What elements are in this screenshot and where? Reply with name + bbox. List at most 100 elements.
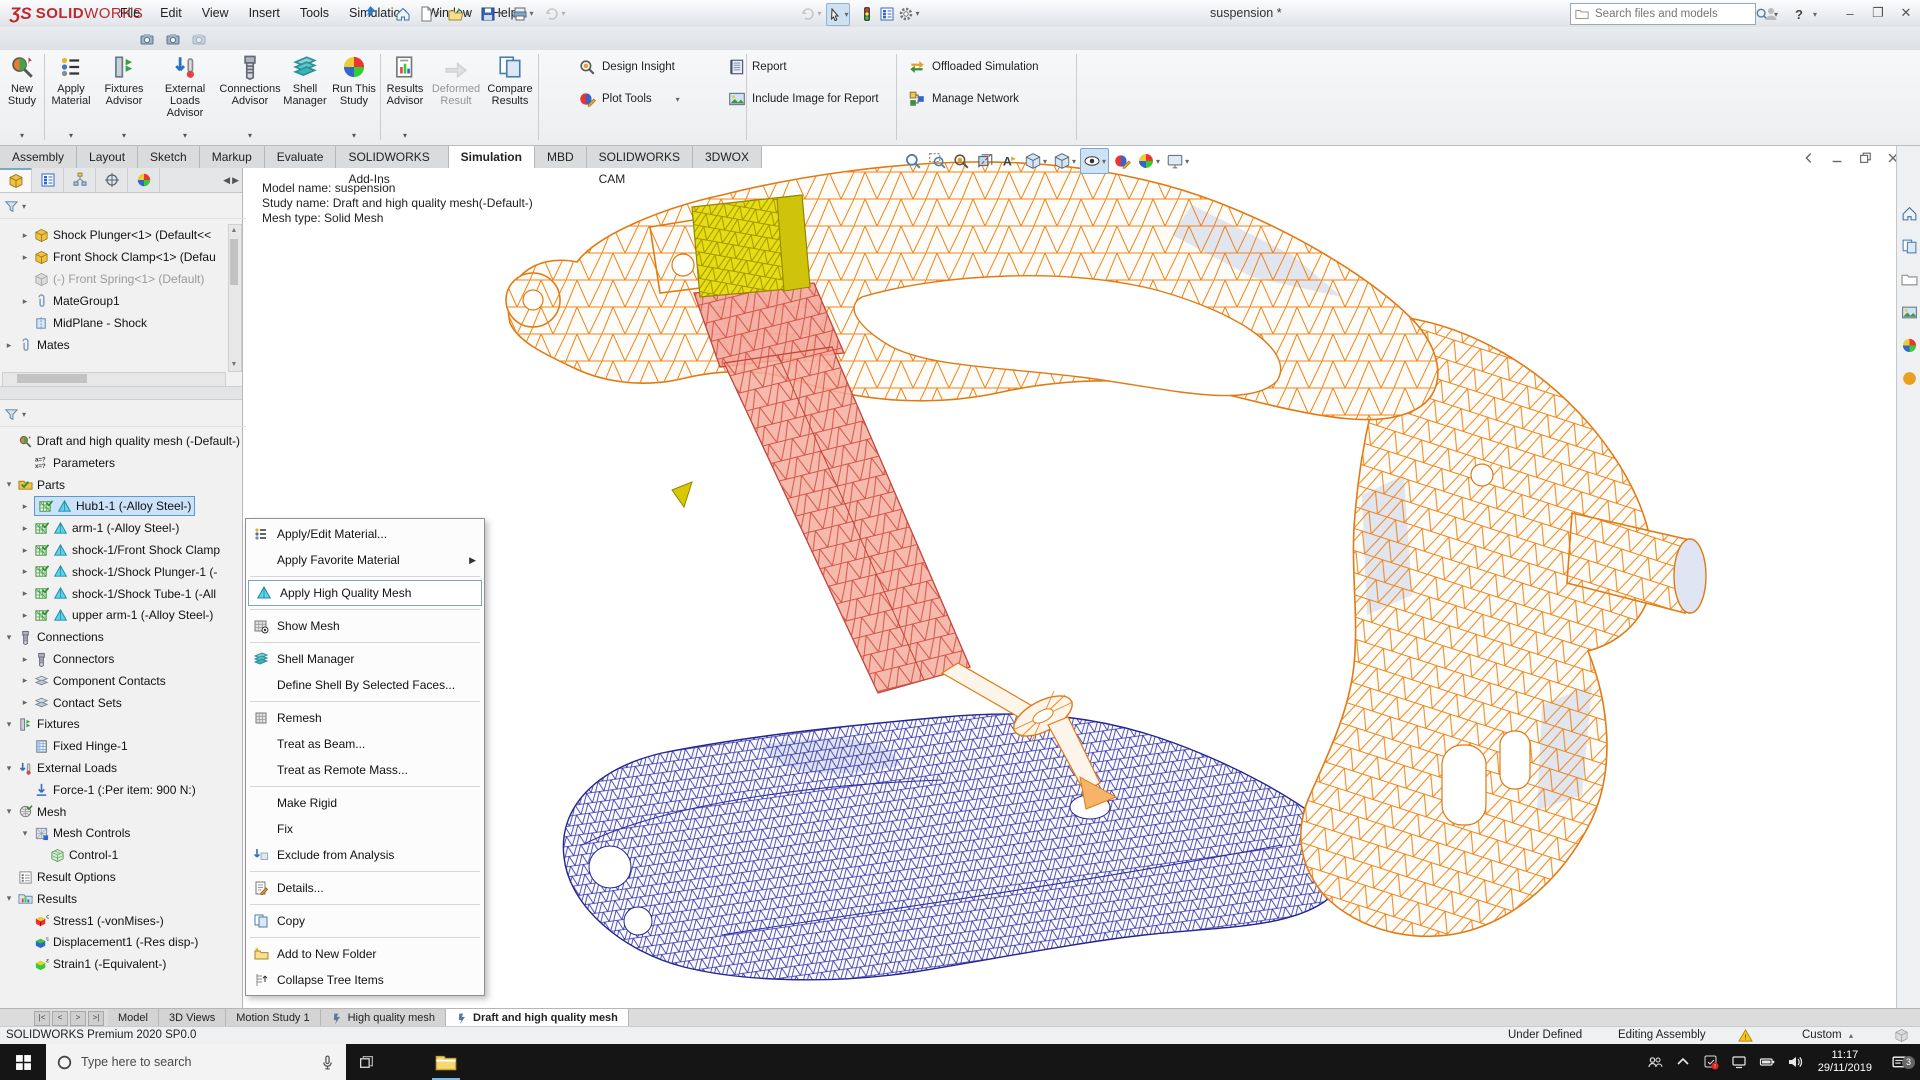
task-pane-forum-icon[interactable] bbox=[1901, 370, 1918, 387]
options-gear-icon[interactable]: ▾ bbox=[898, 3, 920, 24]
tree-item-external[interactable]: ▾External Loads bbox=[4, 757, 240, 779]
tab-solidworks-cam[interactable]: SOLIDWORKS CAM bbox=[587, 145, 693, 168]
image-capture-icon[interactable] bbox=[188, 28, 210, 49]
tree-item-component[interactable]: ▸Component Contacts bbox=[20, 670, 256, 692]
doc-tab-nav-button[interactable]: |< bbox=[34, 1011, 50, 1026]
home-icon[interactable] bbox=[392, 3, 414, 24]
shell-manager-button[interactable]: Shell Manager bbox=[282, 54, 328, 142]
report-button[interactable]: Report bbox=[728, 58, 879, 76]
menu-item-treat-as-beam[interactable]: Treat as Beam... bbox=[246, 731, 484, 757]
menu-item-exclude-from-analysis[interactable]: Exclude from Analysis bbox=[246, 842, 484, 868]
tree-item-mates[interactable]: ▸Mates bbox=[4, 334, 240, 356]
menu-item-copy[interactable]: Copy bbox=[246, 908, 484, 934]
plot-tools-button[interactable]: Plot Tools▾ bbox=[578, 90, 680, 108]
panel-tab-props[interactable] bbox=[32, 168, 64, 192]
include-image-for-report-button[interactable]: Include Image for Report bbox=[728, 90, 879, 108]
zoom-area-icon[interactable] bbox=[926, 149, 948, 173]
connections-advisor-button[interactable]: Connections Advisor▾ bbox=[220, 54, 280, 142]
close-button[interactable]: ✕ bbox=[1894, 4, 1918, 22]
lower-arm-mesh[interactable] bbox=[563, 714, 1346, 980]
undo-icon[interactable]: ▾ bbox=[544, 3, 566, 24]
doc-tab-nav-button[interactable]: > bbox=[70, 1011, 86, 1026]
save-icon[interactable]: ▾ bbox=[480, 3, 502, 24]
task-pane-ball4-icon[interactable] bbox=[1901, 337, 1918, 354]
external-loads-advisor-button[interactable]: External Loads Advisor▾ bbox=[152, 54, 218, 142]
menu-item-treat-as-remote-mass[interactable]: Treat as Remote Mass... bbox=[246, 757, 484, 783]
tree-item-connections[interactable]: ▾Connections bbox=[4, 626, 240, 648]
tab-solidworks-add-ins[interactable]: SOLIDWORKS Add-Ins bbox=[336, 145, 448, 168]
tab-simulation[interactable]: Simulation bbox=[449, 145, 535, 168]
offloaded-simulation-button[interactable]: Offloaded Simulation bbox=[908, 58, 1039, 76]
pin-icon[interactable] bbox=[362, 5, 377, 20]
tree-item-shock[interactable]: ▸Shock Plun­ger<1> (Default<< bbox=[20, 224, 256, 246]
help-dropdown-caret[interactable]: ▾ bbox=[1813, 10, 1817, 19]
doc-tab-3d-views[interactable]: 3D Views bbox=[159, 1009, 226, 1027]
doc-previous-window-icon[interactable] bbox=[1798, 147, 1820, 168]
taskbar-search[interactable]: Type here to search bbox=[46, 1044, 346, 1080]
doc-tab-nav-button[interactable]: < bbox=[52, 1011, 68, 1026]
menu-item-make-rigid[interactable]: Make Rigid bbox=[246, 790, 484, 816]
doc-tab-high-quality-mesh[interactable]: High quality mesh bbox=[321, 1009, 446, 1027]
menu-item-fix[interactable]: Fix bbox=[246, 816, 484, 842]
taskbar-clock[interactable]: 11:17 29/11/2019 bbox=[1810, 1049, 1880, 1075]
view-settings-icon[interactable]: ▾ bbox=[1164, 149, 1191, 173]
tab-layout[interactable]: Layout bbox=[77, 145, 138, 168]
tab-evaluate[interactable]: Evaluate bbox=[265, 145, 337, 168]
rebuild-icon[interactable]: ▾ bbox=[800, 3, 822, 24]
record-video-icon[interactable] bbox=[162, 28, 184, 49]
user-account-icon[interactable] bbox=[1760, 3, 1782, 24]
upper-arm-mesh[interactable] bbox=[506, 162, 1438, 420]
restore-button[interactable]: ❐ bbox=[1866, 4, 1890, 22]
manage-network-button[interactable]: Manage Network bbox=[908, 90, 1039, 108]
new-study-button[interactable]: New Study▾ bbox=[2, 54, 42, 142]
tree-item-fixed[interactable]: Fixed Hinge-1 bbox=[20, 735, 256, 757]
panel-tab-ball4[interactable] bbox=[128, 168, 160, 192]
menu-item-remesh[interactable]: Remesh bbox=[246, 705, 484, 731]
tree-item-midplane[interactable]: MidPlane - Shock bbox=[20, 312, 256, 334]
tree-item-mategroup1[interactable]: ▸MateGroup1 bbox=[20, 290, 256, 312]
action-center-icon[interactable]: 3 bbox=[1882, 1054, 1916, 1071]
tree-item-parameters[interactable]: a=?x=?Parameters bbox=[20, 452, 256, 474]
tree-item-upper[interactable]: ▸upper arm-1 (-Alloy Steel-) bbox=[20, 604, 256, 626]
suspension-3d-model[interactable] bbox=[242, 145, 1896, 1008]
results-advisor-button[interactable]: Results Advisor▾ bbox=[382, 54, 428, 142]
display-style-icon[interactable]: ▾ bbox=[1051, 149, 1078, 173]
tree-item-draft[interactable]: Draft and high quality mesh (-Default-) bbox=[4, 430, 240, 452]
doc-close-icon[interactable] bbox=[1882, 147, 1896, 168]
menu-edit[interactable]: Edit bbox=[150, 0, 192, 27]
status-units[interactable]: Custom bbox=[1802, 1029, 1842, 1041]
panel-tab-config[interactable] bbox=[64, 168, 96, 192]
tree-item-front[interactable]: ▸Front Shock Clamp<1> (Defau bbox=[20, 246, 256, 268]
tree-item-connectors[interactable]: ▸Connectors bbox=[20, 648, 256, 670]
menu-item-details[interactable]: Details... bbox=[246, 875, 484, 901]
task-pane-copy-icon[interactable] bbox=[1901, 238, 1918, 255]
tree-item-force-1[interactable]: Force-1 (:Per item: 900 N:) bbox=[20, 779, 256, 801]
doc-restore-icon[interactable] bbox=[1854, 147, 1876, 168]
properties-icon[interactable] bbox=[876, 3, 898, 24]
apply-material-button[interactable]: Apply Material▾ bbox=[46, 54, 96, 142]
menu-item-collapse-tree-items[interactable]: Collapse Tree Items bbox=[246, 967, 484, 993]
help-icon[interactable]: ? bbox=[1788, 3, 1810, 24]
menu-insert[interactable]: Insert bbox=[239, 0, 290, 27]
tree-item-strain1[interactable]: εStrain1 (-Equivalent-) bbox=[20, 953, 256, 975]
tree-item-hub1-1[interactable]: ▸Hub1-1 (-Alloy Steel-) bbox=[20, 495, 256, 517]
minimize-button[interactable]: – bbox=[1838, 4, 1862, 22]
start-button[interactable] bbox=[0, 1044, 46, 1080]
feature-tree-horizontal-scrollbar[interactable] bbox=[2, 372, 226, 387]
new-document-icon[interactable]: ▾ bbox=[418, 3, 440, 24]
task-pane-photo-icon[interactable] bbox=[1901, 304, 1918, 321]
search-input[interactable] bbox=[1593, 7, 1751, 21]
panel-splitter[interactable] bbox=[0, 386, 242, 400]
speaker-icon[interactable] bbox=[1782, 1054, 1808, 1070]
fixtures-advisor-button[interactable]: Fixtures Advisor▾ bbox=[98, 54, 150, 142]
menu-view[interactable]: View bbox=[192, 0, 239, 27]
print-icon[interactable]: ▾ bbox=[512, 3, 534, 24]
menu-file[interactable]: File bbox=[110, 0, 150, 27]
menu-item-define-shell-by-selected-faces[interactable]: Define Shell By Selected Faces... bbox=[246, 672, 484, 698]
compare-results-button[interactable]: Compare Results bbox=[484, 54, 536, 142]
doc-tab-motion-study-1[interactable]: Motion Study 1 bbox=[226, 1009, 320, 1027]
tree-item-stress1[interactable]: σStress1 (-vonMises-) bbox=[20, 910, 256, 932]
status-units-icon[interactable] bbox=[1894, 1028, 1909, 1043]
people-tray-icon[interactable] bbox=[1642, 1054, 1668, 1070]
doc-tab-nav-button[interactable]: >| bbox=[88, 1011, 104, 1026]
